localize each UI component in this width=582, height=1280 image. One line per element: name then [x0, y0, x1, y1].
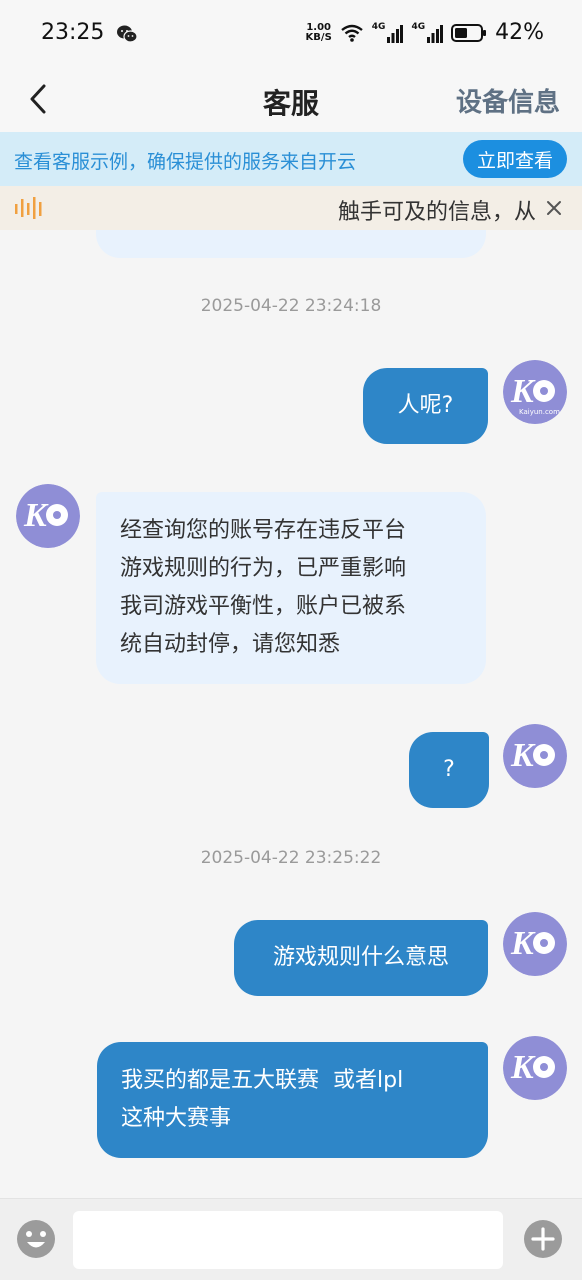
network-speed: 1.00 KB/S	[305, 21, 332, 43]
user-avatar: K	[503, 1036, 567, 1100]
brand-logo-icon: K	[503, 912, 567, 976]
svg-text:K: K	[23, 497, 49, 534]
message-bubble-user: ?	[409, 732, 489, 808]
message-bubble-user: 游戏规则什么意思	[234, 920, 488, 996]
user-avatar: K Kaiyun.com	[503, 360, 567, 424]
plus-icon[interactable]	[523, 1219, 563, 1259]
emoji-icon[interactable]	[16, 1219, 56, 1259]
brand-logo-icon: K	[503, 1036, 567, 1100]
message-timestamp: 2025-04-22 23:24:18	[200, 296, 382, 316]
nav-bar: 客服 设备信息	[0, 66, 582, 132]
signal-strength-2: 4G	[411, 22, 444, 43]
input-bar	[0, 1198, 582, 1280]
message-timestamp: 2025-04-22 23:25:22	[200, 848, 382, 868]
chat-area[interactable]: 2025-04-22 23:24:18 人呢? K Kaiyun.com K 经…	[0, 230, 582, 1198]
sound-wave-icon	[15, 197, 42, 219]
brand-logo-icon: K	[503, 724, 567, 788]
svg-text:K: K	[510, 737, 536, 774]
signal-strength-1: 4G	[372, 22, 404, 43]
notice-text: 查看客服示例，确保提供的服务来自开云	[14, 151, 357, 173]
svg-text:K: K	[510, 1049, 536, 1086]
close-icon[interactable]	[544, 198, 564, 218]
user-avatar: K	[503, 912, 567, 976]
svg-text:K: K	[510, 373, 536, 410]
message-input[interactable]	[73, 1211, 503, 1269]
user-avatar: K	[503, 724, 567, 788]
message-bubble-user: 我买的都是五大联赛 或者lpl 这种大赛事	[97, 1042, 488, 1158]
signal-bars-icon	[427, 24, 444, 43]
svg-text:Kaiyun.com: Kaiyun.com	[519, 408, 560, 416]
brand-logo-icon: K	[16, 484, 80, 548]
wifi-icon	[341, 24, 363, 42]
agent-avatar: K	[16, 484, 80, 548]
battery-percent: 42%	[495, 20, 544, 45]
battery-icon	[451, 23, 487, 42]
brand-logo-icon: K Kaiyun.com	[503, 360, 567, 424]
view-now-button[interactable]: 立即查看	[463, 140, 567, 178]
announcement-marquee: 触手可及的信息，从	[0, 186, 582, 230]
status-bar: 23:25 1.00 KB/S 4G 4G 42%	[0, 0, 582, 66]
status-time: 23:25	[41, 20, 105, 45]
svg-text:K: K	[510, 925, 536, 962]
status-right: 1.00 KB/S 4G 4G 42%	[306, 20, 544, 45]
signal-bars-icon	[387, 24, 404, 43]
device-info-button[interactable]: 设备信息	[456, 82, 560, 119]
message-bubble-partial	[96, 230, 486, 258]
marquee-text: 触手可及的信息，从	[337, 200, 536, 225]
message-bubble-agent: 经查询您的账号存在违反平台 游戏规则的行为，已严重影响 我司游戏平衡性，账户已被…	[96, 492, 486, 684]
wechat-icon	[117, 25, 138, 43]
message-bubble-user: 人呢?	[363, 368, 488, 444]
notice-banner: 查看客服示例，确保提供的服务来自开云 立即查看	[0, 132, 582, 186]
